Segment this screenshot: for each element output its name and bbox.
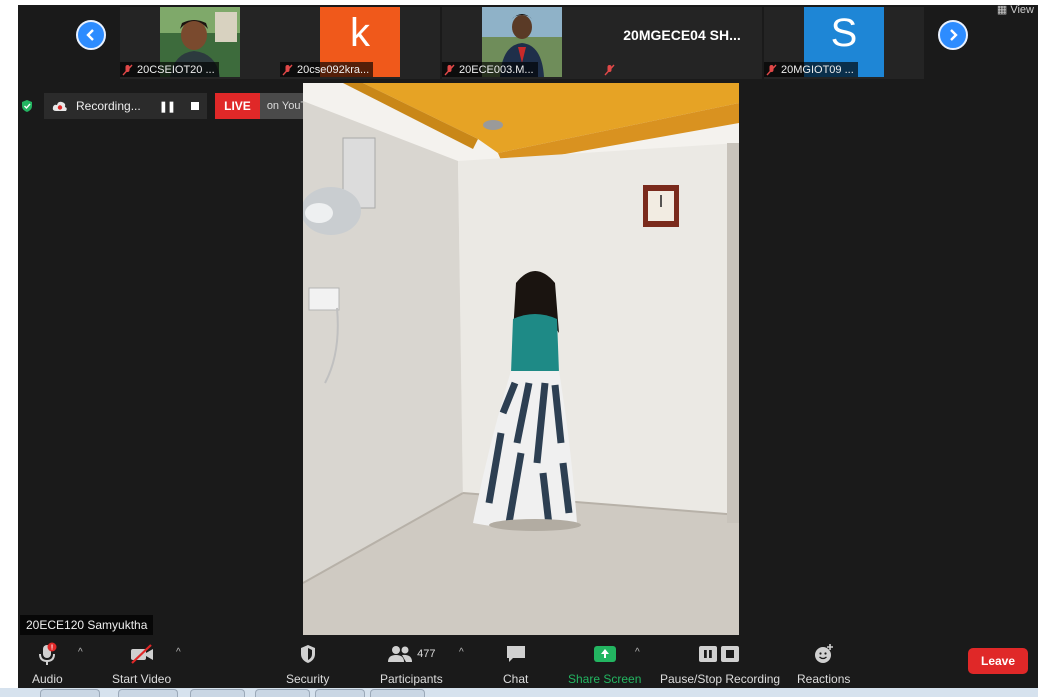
live-badge: LIVE [215,93,260,119]
reactions-button[interactable]: Reactions [797,641,850,686]
cloud-recording-icon [52,101,67,111]
participant-tile[interactable]: 20MGECE04 SH... [602,7,762,79]
participants-options-caret[interactable]: ^ [459,647,464,658]
audio-label: Audio [32,672,63,686]
zoom-meeting-window: 20CSEIOT20 ... k 20cse092kra... 20ECE003… [18,5,1038,691]
meeting-controls-toolbar: ! Audio ^ Start Video ^ Security 477 Par… [18,635,1038,691]
active-speaker-name-label: 20ECE120 Samyuktha [20,615,154,635]
participant-tile[interactable]: S 20MGIOT09 ... [764,7,924,79]
video-options-caret[interactable]: ^ [176,647,181,658]
recording-status-bar: Recording... ❚❚ LIVE on YouTube ▼ [20,93,346,119]
muted-mic-icon [444,64,455,75]
chat-label: Chat [503,672,529,686]
recording-status-text: Recording... [76,99,141,113]
next-page-button[interactable] [938,20,968,50]
participant-tile[interactable]: k 20cse092kra... [280,7,440,79]
participant-name: 20CSEIOT20 ... [137,63,215,76]
participant-name: 20ECE003.M... [459,63,534,76]
participant-name-label: 20cse092kra... [280,62,374,77]
muted-mic-icon [604,64,615,75]
reactions-smiley-icon [814,644,833,663]
os-taskbar [0,688,1038,697]
pause-recording-icon[interactable]: ❚❚ [159,100,176,113]
microphone-icon: ! [39,642,57,665]
chevron-right-icon [950,29,958,41]
taskbar-item[interactable] [40,689,100,697]
view-label: View [1010,5,1034,16]
participant-tile[interactable]: 20CSEIOT20 ... [120,7,280,79]
taskbar-item[interactable] [370,689,425,697]
participant-name-label: 20MGIOT09 ... [764,62,858,77]
security-button[interactable]: Security [286,641,329,686]
participant-count: 477 [417,648,436,660]
share-screen-button[interactable]: Share Screen [568,641,641,686]
audio-button[interactable]: ! Audio [32,641,63,686]
share-screen-icon [593,646,616,662]
active-speaker-video [303,83,739,635]
live-label: LIVE [224,99,251,113]
active-speaker-name: 20ECE120 Samyuktha [26,618,148,632]
encryption-shield-icon[interactable] [20,99,34,113]
chevron-left-icon [86,29,94,41]
participant-name: 20MGIOT09 ... [781,63,854,76]
view-menu[interactable]: ▦ View [997,5,1034,16]
taskbar-item[interactable] [118,689,178,697]
share-options-caret[interactable]: ^ [635,647,640,658]
start-video-button[interactable]: Start Video [112,641,171,686]
muted-mic-icon [282,64,293,75]
participants-button[interactable]: 477 Participants [380,641,443,686]
muted-mic-icon [766,64,777,75]
pause-stop-recording-button[interactable]: Pause/Stop Recording [660,641,780,686]
chat-button[interactable]: Chat [503,641,528,686]
participant-name-label: 20CSEIOT20 ... [120,62,219,77]
participant-strip: 20CSEIOT20 ... k 20cse092kra... 20ECE003… [18,5,1038,82]
taskbar-item[interactable] [255,689,310,697]
participant-name-label [602,62,623,77]
participant-name-label: 20ECE003.M... [442,62,538,77]
avatar-letter: S [830,11,858,55]
share-screen-label: Share Screen [568,672,642,686]
start-video-label: Start Video [112,672,172,686]
leave-label: Leave [980,654,1016,668]
participants-label: Participants [380,672,443,686]
participants-icon [388,646,413,662]
pause-stop-icon [699,646,740,662]
audio-options-caret[interactable]: ^ [78,647,83,658]
avatar-letter: k [350,11,370,55]
chat-bubble-icon [506,646,525,662]
reactions-label: Reactions [797,672,851,686]
participant-name: 20MGECE04 SH... [623,27,741,43]
stop-recording-icon[interactable] [191,102,200,110]
leave-button[interactable]: Leave [968,648,1028,674]
taskbar-item[interactable] [190,689,245,697]
security-label: Security [286,672,330,686]
svg-text:!: ! [51,645,53,652]
muted-mic-icon [122,64,133,75]
participant-tile[interactable]: 20ECE003.M... [442,7,602,79]
previous-page-button[interactable] [76,20,106,50]
recording-indicator: Recording... ❚❚ [44,93,208,119]
participant-name: 20cse092kra... [297,63,370,76]
pause-stop-recording-label: Pause/Stop Recording [660,672,781,686]
video-off-icon [130,644,153,664]
taskbar-item[interactable] [315,689,365,697]
security-shield-icon [300,645,315,663]
